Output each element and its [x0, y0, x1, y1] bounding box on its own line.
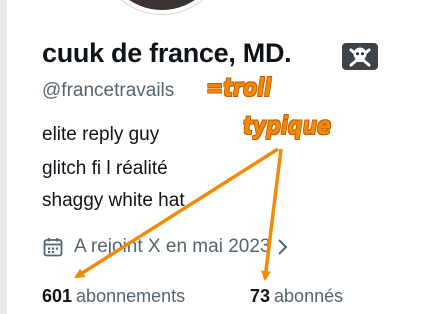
skull-crossbones-icon — [342, 43, 378, 70]
left-border — [0, 0, 7, 314]
annotation-typique: typique — [243, 111, 332, 140]
arrow-to-followers — [261, 148, 283, 281]
avatar[interactable] — [99, 0, 225, 14]
chevron-right-icon — [276, 237, 288, 257]
calendar-icon — [42, 236, 64, 258]
handle: @francetravails — [42, 80, 175, 101]
following-link[interactable]: 601 abonnements — [42, 286, 185, 307]
annotation-troll: =troll — [206, 73, 272, 102]
followers-count: 73 — [250, 286, 271, 306]
display-name: cuuk de france, MD. — [42, 38, 292, 68]
following-count: 601 — [42, 286, 73, 306]
bio-line: elite reply guy — [42, 124, 160, 145]
joined-date[interactable]: A rejoint X en mai 2023 — [42, 235, 288, 259]
followers-label: abonnés — [274, 286, 344, 306]
bio-line: glitch fi l réalité — [42, 158, 168, 179]
followers-link[interactable]: 73 abonnés — [250, 286, 343, 307]
joined-text: A rejoint X en mai 2023 — [74, 236, 271, 257]
bio-line: shaggy white hat — [42, 190, 185, 211]
following-label: abonnements — [76, 286, 186, 306]
